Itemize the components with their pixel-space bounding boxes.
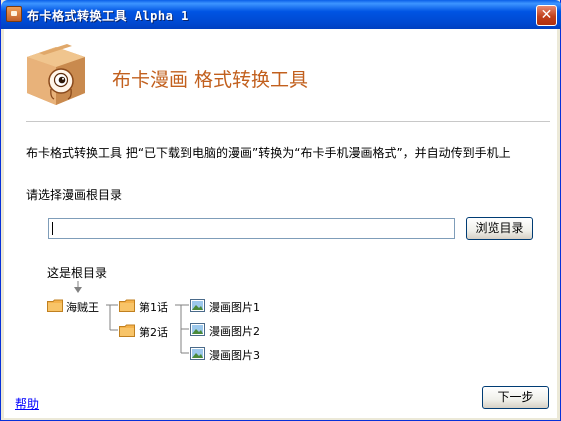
example-chapter-folder: 第1话 [139,301,168,314]
window-title: 布卡格式转换工具 Alpha 1 [27,9,189,23]
image-file-icon [190,323,205,336]
folder-icon [119,299,135,312]
example-tree-lines [74,281,189,354]
example-root-folder: 海贼王 [66,301,99,314]
next-button[interactable]: 下一步 [482,386,549,409]
help-link[interactable]: 帮助 [15,395,39,412]
title-bar[interactable]: 布卡格式转换工具 Alpha 1 ✕ [1,0,561,29]
app-window: 布卡格式转换工具 Alpha 1 ✕ 布卡漫画 格式转换工具 布卡格式转换工具 … [0,0,561,421]
dialog-content: 布卡漫画 格式转换工具 布卡格式转换工具 把“已下载到电脑的漫画”转换为“布卡手… [4,29,557,418]
close-button[interactable]: ✕ [536,5,557,26]
image-file-icon [190,347,205,360]
folder-icon [119,324,135,337]
example-image-file: 漫画图片3 [209,349,260,362]
example-image-file: 漫画图片1 [209,301,260,314]
example-image-file: 漫画图片2 [209,325,260,338]
example-chapter-folder: 第2话 [139,326,168,339]
folder-icon [47,299,63,312]
image-file-icon [190,299,205,312]
app-box-icon [6,6,22,22]
